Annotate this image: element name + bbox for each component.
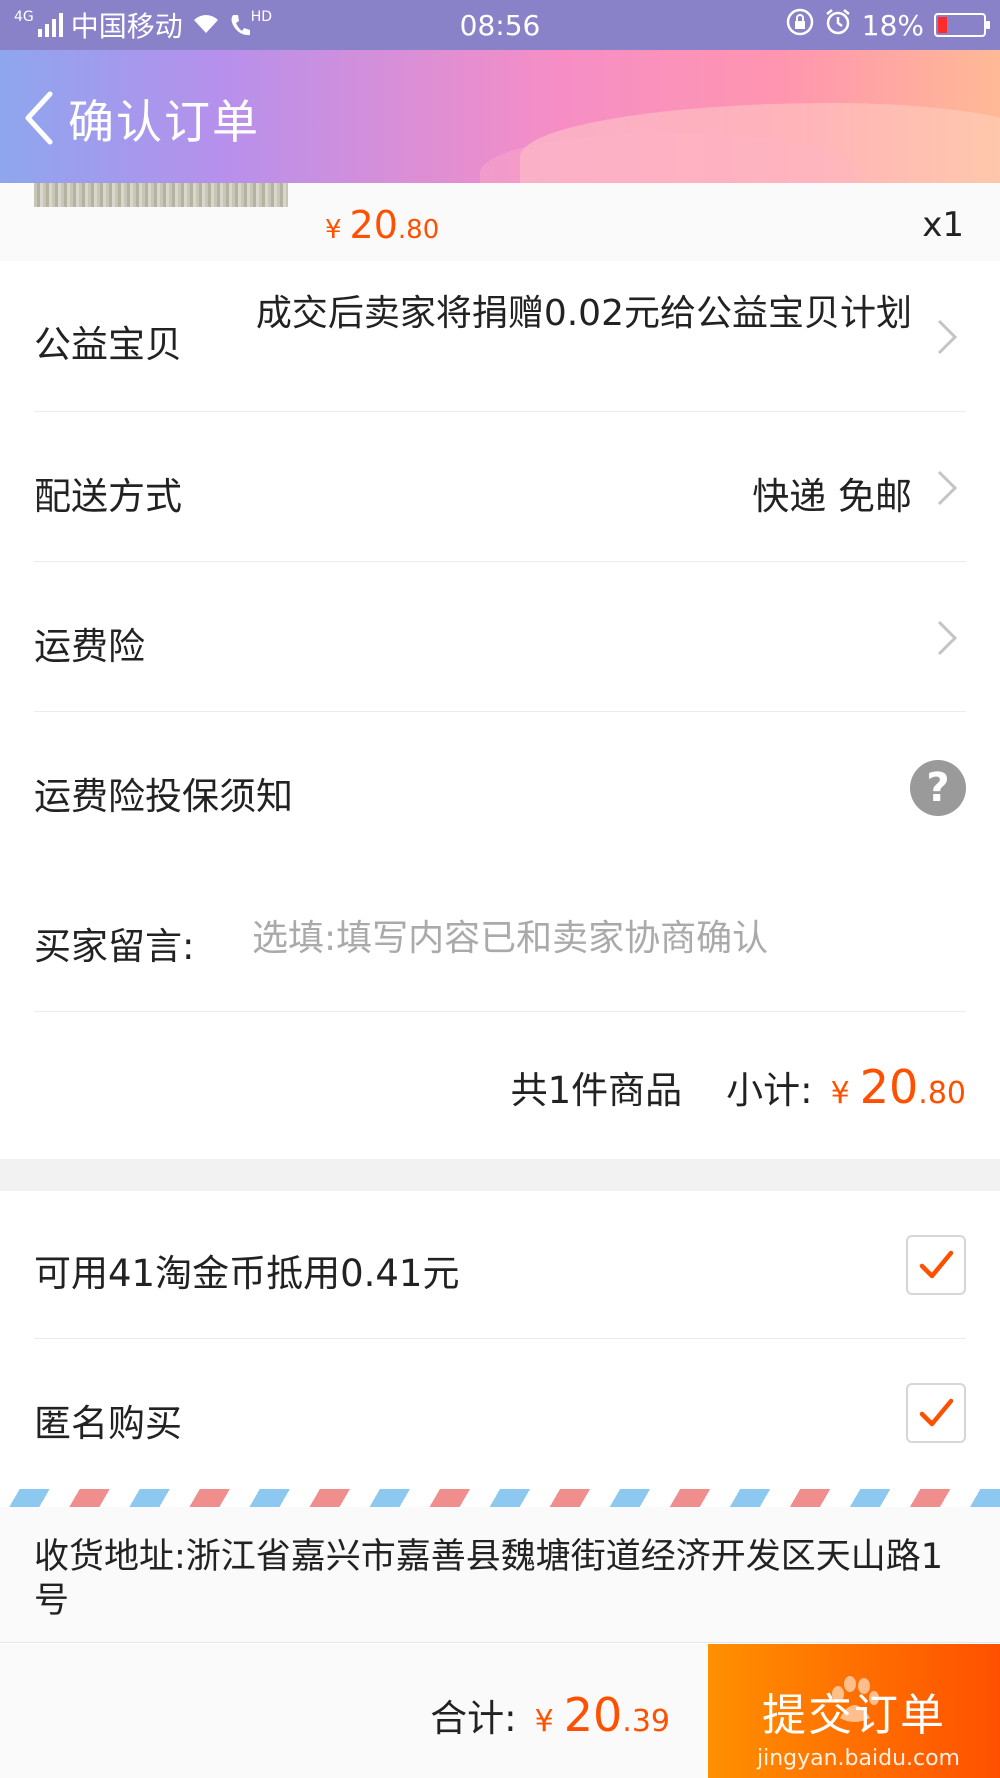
charity-row[interactable]: 公益宝贝 成交后卖家将捐赠0.02元给公益宝贝计划 — [34, 262, 966, 412]
amount-integer: 20 — [563, 1688, 623, 1742]
taojinbi-checkbox[interactable] — [906, 1235, 966, 1295]
insurance-notice-label: 运费险投保须知 — [34, 775, 293, 818]
taojinbi-label: 可用41淘金币抵用0.41元 — [34, 1252, 460, 1295]
status-left: 4G 中国移动 HD — [14, 5, 272, 45]
checkmark-icon — [919, 1398, 954, 1427]
currency-symbol: ¥ — [830, 1076, 850, 1111]
status-right: 18% — [786, 8, 990, 43]
watermark-text: jingyan.baidu.com — [756, 1746, 960, 1771]
battery-icon — [934, 13, 990, 37]
carrier-name: 中国移动 — [70, 10, 183, 43]
section-divider — [0, 1159, 1000, 1191]
product-quantity: x1 — [922, 205, 964, 245]
currency-symbol: ¥ — [325, 215, 342, 245]
anonymous-purchase-row[interactable]: 匿名购买 — [34, 1339, 966, 1489]
delivery-method-row[interactable]: 配送方式 快递 免邮 — [34, 412, 966, 562]
chevron-right-icon — [936, 318, 958, 356]
taojinbi-row[interactable]: 可用41淘金币抵用0.41元 — [34, 1191, 966, 1339]
product-thumbnail[interactable] — [34, 183, 288, 207]
total-amount: ¥20.39 — [535, 1688, 670, 1742]
subtotal-label: 小计: — [726, 1069, 813, 1112]
amount-integer: 20 — [859, 1060, 919, 1114]
anonymous-purchase-checkbox[interactable] — [906, 1383, 966, 1443]
battery-percent: 18% — [861, 8, 924, 42]
signal-icon — [37, 13, 63, 37]
delivery-value: 快递 免邮 — [752, 475, 912, 518]
volte-call-icon: HD — [229, 9, 272, 37]
total-label: 合计: — [430, 1697, 517, 1740]
checkmark-icon — [919, 1250, 954, 1279]
amount-decimal: .39 — [622, 1704, 670, 1739]
insurance-notice-row: 运费险投保须知 ? — [34, 712, 966, 862]
status-bar: 4G 中国移动 HD 08:56 18% — [0, 0, 1000, 50]
price-decimal: .80 — [397, 215, 440, 245]
charity-value: 成交后卖家将捐赠0.02元给公益宝贝计划 — [255, 293, 912, 334]
buyer-message-label: 买家留言: — [34, 925, 195, 968]
chevron-right-icon — [936, 619, 958, 657]
back-button[interactable] — [16, 90, 60, 146]
wifi-icon — [191, 9, 221, 42]
insurance-label: 运费险 — [34, 625, 145, 668]
amount-decimal: .80 — [918, 1076, 966, 1111]
hd-tag: HD — [250, 9, 273, 25]
chevron-right-icon — [936, 469, 958, 507]
buyer-message-row: 买家留言: — [34, 862, 966, 1012]
network-type: 4G — [14, 9, 34, 25]
product-item[interactable]: ¥20.80 x1 — [0, 183, 1000, 261]
anonymous-purchase-label: 匿名购买 — [34, 1402, 182, 1445]
shipping-insurance-row[interactable]: 运费险 — [34, 562, 966, 712]
charity-label: 公益宝贝 — [34, 323, 182, 366]
buyer-message-input[interactable] — [252, 908, 966, 968]
shipping-address[interactable]: 收货地址:浙江省嘉兴市嘉善县魏塘街道经济开发区天山路1号 — [0, 1507, 1000, 1643]
currency-symbol: ¥ — [534, 1704, 554, 1739]
item-count: 共1件商品 — [510, 1069, 683, 1112]
baidu-paw-watermark-icon — [832, 1676, 879, 1722]
nav-header: 确认订单 — [0, 50, 1000, 183]
price-integer: 20 — [349, 203, 398, 247]
subtotal-line: 共1件商品 小计: ¥20.80 — [511, 1060, 966, 1114]
help-icon[interactable]: ? — [910, 760, 966, 816]
page-title: 确认订单 — [68, 95, 260, 149]
airmail-border — [0, 1489, 1000, 1507]
delivery-label: 配送方式 — [34, 475, 182, 518]
subtotal-row: 共1件商品 小计: ¥20.80 — [34, 1012, 966, 1159]
product-price: ¥20.80 — [325, 203, 439, 247]
subtotal-amount: ¥20.80 — [831, 1060, 966, 1114]
address-text: 收货地址:浙江省嘉兴市嘉善县魏塘街道经济开发区天山路1号 — [34, 1537, 944, 1621]
rotation-lock-icon — [786, 8, 814, 43]
order-total: 合计: ¥20.39 — [430, 1688, 670, 1742]
chevron-left-icon — [25, 91, 53, 145]
alarm-icon — [824, 8, 852, 43]
